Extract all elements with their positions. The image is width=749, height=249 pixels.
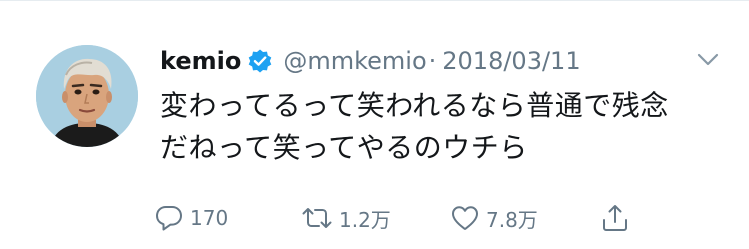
avatar-illustration	[36, 45, 138, 147]
tweet-text-line: 変わってるって笑われるなら普通で残念	[160, 89, 669, 122]
reply-button[interactable]: 170	[154, 201, 228, 235]
heart-icon	[452, 206, 478, 230]
retweet-icon	[302, 208, 332, 228]
share-icon	[603, 205, 627, 231]
user-handle[interactable]: @mmkemio	[283, 47, 426, 75]
like-count: 7.8万	[486, 207, 538, 232]
chevron-down-icon[interactable]	[697, 53, 719, 67]
tweet-header: kemio @mmkemio · 2018/03/11	[160, 43, 581, 79]
reply-count: 170	[190, 206, 229, 230]
tweet-text: 変わってるって笑われるなら普通で残念 だねって笑ってやるのウチら	[160, 85, 720, 169]
retweet-button[interactable]: 1.2万	[301, 201, 391, 235]
tweet-actions: 170 1.2万 7.8万	[154, 201, 654, 235]
retweet-count: 1.2万	[339, 207, 391, 232]
verified-badge-icon	[247, 48, 273, 74]
like-button[interactable]: 7.8万	[450, 201, 538, 235]
display-name[interactable]: kemio	[160, 47, 241, 75]
share-button[interactable]	[600, 201, 630, 235]
separator-dot: ·	[428, 47, 437, 75]
tweet-date[interactable]: 2018/03/11	[442, 47, 580, 75]
tweet-text-line: だねって笑ってやるのウチら	[160, 131, 528, 164]
reply-bubble-icon	[156, 206, 182, 231]
avatar[interactable]	[36, 45, 138, 147]
tweet-card[interactable]: kemio @mmkemio · 2018/03/11 変わってるって笑われるな…	[0, 0, 749, 249]
